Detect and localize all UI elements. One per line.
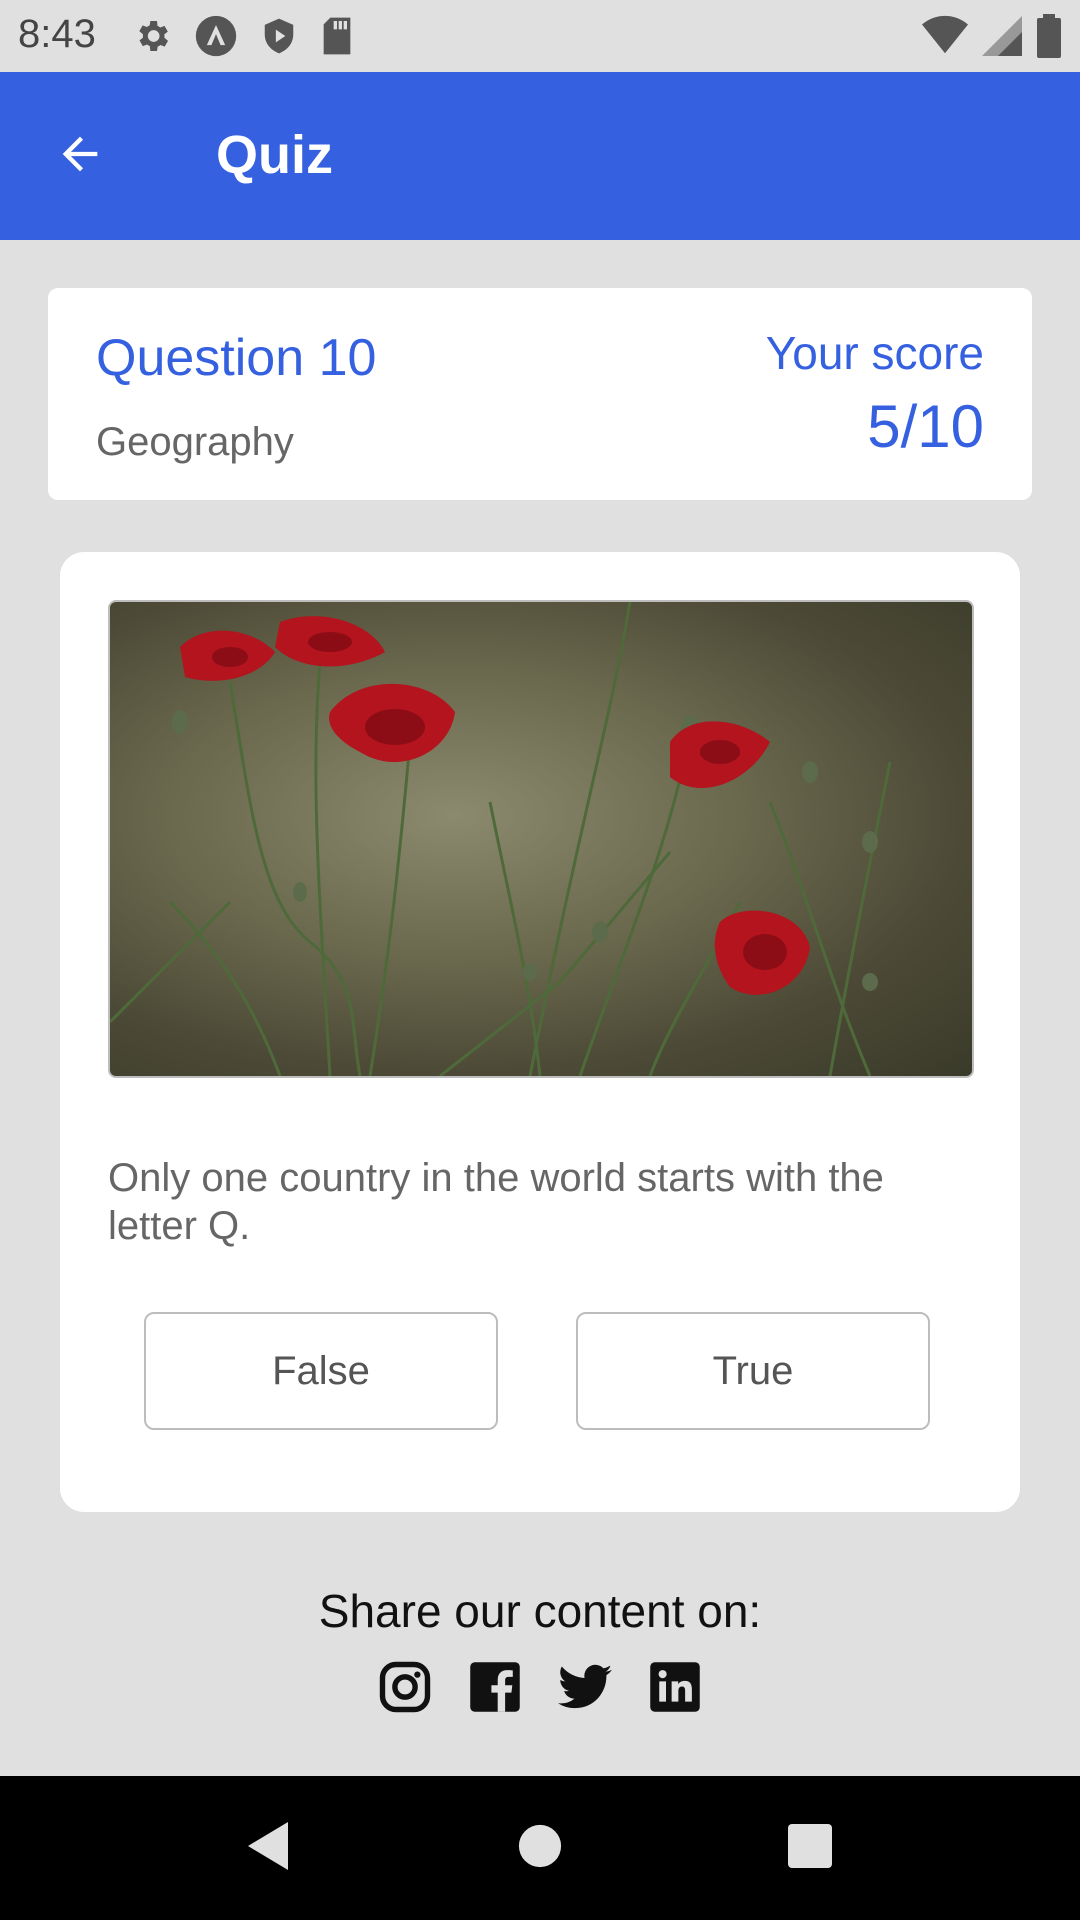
signal-icon bbox=[982, 15, 1022, 62]
quiz-header-card: Question 10 Geography Your score 5/10 bbox=[48, 288, 1032, 500]
battery-icon bbox=[1036, 14, 1062, 63]
status-time: 8:43 bbox=[18, 12, 96, 56]
linkedin-icon[interactable] bbox=[648, 1660, 702, 1714]
question-text: Only one country in the world starts wit… bbox=[108, 1156, 884, 1248]
page-title: Quiz bbox=[216, 125, 333, 185]
wifi-icon bbox=[922, 15, 968, 62]
facebook-icon[interactable] bbox=[468, 1660, 522, 1714]
instagram-icon[interactable] bbox=[378, 1660, 432, 1714]
a-circle-icon bbox=[194, 14, 238, 63]
status-bar: 8:43 bbox=[0, 0, 1080, 72]
score-value: 5/10 bbox=[867, 393, 984, 460]
status-icons-right bbox=[922, 14, 1062, 63]
social-links bbox=[0, 1660, 1080, 1714]
shield-icon bbox=[260, 15, 298, 62]
share-label: Share our content on: bbox=[318, 1585, 762, 1637]
question-number: Question 10 bbox=[96, 329, 377, 387]
true-button[interactable]: True bbox=[576, 1312, 930, 1430]
app-bar: Quiz bbox=[0, 72, 1080, 240]
question-category: Geography bbox=[96, 420, 294, 464]
nav-recents-button[interactable] bbox=[772, 1810, 848, 1886]
score-label: Your score bbox=[765, 327, 984, 379]
arrow-left-icon bbox=[54, 128, 106, 185]
system-nav-bar bbox=[0, 1776, 1080, 1920]
question-card: Only one country in the world starts wit… bbox=[60, 552, 1020, 1512]
nav-back-button[interactable] bbox=[230, 1810, 306, 1886]
back-triangle-icon bbox=[244, 1820, 292, 1877]
sd-card-icon bbox=[320, 16, 354, 61]
gear-icon bbox=[132, 16, 172, 61]
false-button[interactable]: False bbox=[144, 1312, 498, 1430]
red-poppies-photo bbox=[108, 600, 974, 1078]
home-circle-icon bbox=[517, 1823, 563, 1874]
twitter-icon[interactable] bbox=[558, 1660, 612, 1714]
back-button[interactable] bbox=[40, 116, 120, 196]
nav-home-button[interactable] bbox=[502, 1810, 578, 1886]
status-icons-left bbox=[132, 14, 354, 63]
recents-square-icon bbox=[786, 1822, 834, 1875]
